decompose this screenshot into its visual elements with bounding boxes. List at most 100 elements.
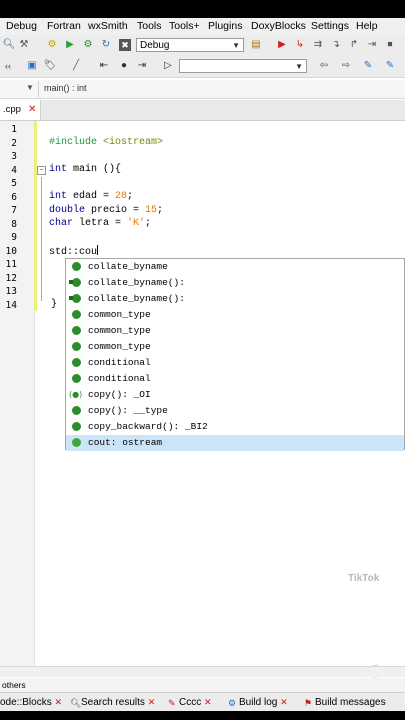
text-caret	[97, 245, 99, 255]
line-number-gutter: 1 2 3 4 5 6 7 8 9 10 11 12 13 14	[0, 121, 35, 666]
include-header: <iostream>	[103, 137, 164, 148]
autocomplete-item[interactable]: collate_byname():	[66, 291, 404, 307]
autocomplete-item[interactable]: copy(): _OI	[66, 387, 404, 403]
run-icon[interactable]: ▶	[64, 39, 76, 51]
close-icon[interactable]: ✕	[54, 697, 62, 707]
autocomplete-item[interactable]: common_type	[66, 323, 404, 339]
line-number: 8	[11, 219, 17, 230]
code-line-8: char letra = 'K';	[49, 218, 151, 229]
class-icon	[72, 422, 81, 431]
class-icon	[72, 310, 81, 319]
prev-bookmark-icon[interactable]: ⇤	[98, 60, 110, 72]
debug-start-icon[interactable]: ▶	[276, 39, 288, 51]
stop-debug-icon[interactable]: ⏹	[384, 39, 396, 51]
close-icon[interactable]: ✕	[28, 100, 36, 120]
next-arrow-icon[interactable]: ⇨	[340, 60, 352, 72]
type-keyword: double	[49, 205, 86, 216]
class-icon	[72, 358, 81, 367]
code-line-4: int main (){	[49, 164, 121, 175]
function-scope-select[interactable]: main() : int	[44, 83, 87, 93]
autocomplete-item[interactable]: collate_byname	[66, 259, 404, 275]
line-number: 2	[11, 138, 17, 149]
edad-decl: edad =	[67, 191, 116, 202]
chevron-down-icon: ▼	[295, 62, 303, 71]
tab-search-results[interactable]: 🔍︎Search results ✕	[70, 695, 155, 710]
menu-doxyblocks[interactable]: DoxyBlocks	[251, 20, 306, 32]
tab-build-messages[interactable]: ⚑ Build messages	[304, 695, 386, 710]
autocomplete-item[interactable]: collate_byname():	[66, 275, 404, 291]
menu-debug[interactable]: Debug	[6, 20, 37, 32]
regex-icon[interactable]: ✎	[384, 60, 396, 72]
zoom-icon[interactable]: 🔍︎	[3, 39, 16, 51]
abort-icon[interactable]: ✖	[119, 39, 131, 51]
close-icon[interactable]: ✕	[204, 697, 212, 707]
rebuild-icon[interactable]: ↻	[100, 39, 112, 51]
line-number: 3	[11, 151, 17, 162]
line-number: 1	[11, 124, 17, 135]
panel-title: others	[2, 680, 26, 690]
precio-decl: precio =	[85, 205, 146, 216]
build-target-select[interactable]: Debug ▼	[136, 38, 244, 52]
search-select-icon[interactable]: ▷	[162, 60, 174, 72]
cccc-icon: ✎	[168, 698, 176, 708]
editor-horizontal-scrollbar[interactable]	[0, 666, 405, 677]
close-icon[interactable]: ✕	[148, 697, 156, 707]
fold-toggle-icon[interactable]: −	[37, 166, 46, 175]
tab-build-log[interactable]: ⚙ Build log ✕	[228, 695, 288, 710]
tab-codeblocks-log[interactable]: ode::Blocks ✕	[0, 695, 62, 710]
build-run-icon[interactable]: ⚙	[82, 39, 94, 51]
menu-tools-plus[interactable]: Tools+	[169, 20, 200, 32]
main-signature: main (){	[67, 164, 122, 175]
autocomplete-item-selected[interactable]: cout: ostream	[66, 435, 404, 451]
menu-tools[interactable]: Tools	[137, 20, 162, 32]
autocomplete-item[interactable]: copy_backward(): _BI2	[66, 419, 404, 435]
search-icon: 🔍︎	[70, 698, 82, 708]
code-search-combo[interactable]: ▼	[179, 59, 307, 73]
jump-back-icon[interactable]: ‹‹	[2, 60, 14, 72]
menu-settings[interactable]: Settings	[311, 20, 349, 32]
logs-panel-header: others	[0, 678, 405, 693]
autocomplete-item[interactable]: conditional	[66, 371, 404, 387]
menubar: Debug Fortran wxSmith Tools Tools+ Plugi…	[0, 18, 405, 35]
build-messages-icon: ⚑	[304, 698, 313, 708]
wand-icon[interactable]: ╱	[70, 60, 82, 72]
semicolon: ;	[145, 218, 152, 229]
build-options-icon[interactable]: ▤	[250, 39, 262, 51]
prev-arrow-icon[interactable]: ⇦	[318, 60, 330, 72]
build-gear-icon[interactable]: ⚙	[46, 39, 58, 51]
menu-help[interactable]: Help	[356, 20, 378, 32]
highlight-icon[interactable]: ✎	[362, 60, 374, 72]
precio-value: 15	[145, 205, 158, 216]
code-line-14: }	[51, 299, 57, 310]
autocomplete-item[interactable]: common_type	[66, 307, 404, 323]
menu-wxsmith[interactable]: wxSmith	[88, 20, 128, 32]
tab-cccc[interactable]: ✎ Cccc ✕	[168, 695, 212, 710]
code-navigation-bar: ▼ main() : int	[0, 80, 405, 99]
next-bookmark-icon[interactable]: ⇥	[136, 60, 148, 72]
scope-chevron-icon[interactable]: ▼	[26, 83, 34, 92]
menu-fortran[interactable]: Fortran	[47, 20, 81, 32]
menu-plugins[interactable]: Plugins	[208, 20, 242, 32]
step-out-icon[interactable]: ↱	[348, 39, 360, 51]
autocomplete-popup[interactable]: collate_byname collate_byname(): collate…	[65, 258, 405, 451]
autocomplete-item[interactable]: copy(): __type	[66, 403, 404, 419]
comment-icon[interactable]: ▣	[26, 60, 38, 72]
class-icon	[72, 262, 81, 271]
line-number: 5	[11, 178, 17, 189]
closing-brace: }	[51, 299, 58, 310]
step-into-icon[interactable]: ↴	[330, 39, 342, 51]
replace-icon[interactable]: ⚒	[18, 39, 30, 51]
toggle-bookmark-icon[interactable]: 🏷︎	[44, 60, 57, 72]
fold-guide	[41, 177, 42, 301]
next-line-icon[interactable]: ⇉	[312, 39, 324, 51]
tab-main-cpp[interactable]: .cpp ✕	[0, 100, 41, 120]
next-instruction-icon[interactable]: ⇥	[366, 39, 378, 51]
change-marker	[34, 121, 37, 311]
close-icon[interactable]: ✕	[280, 697, 288, 707]
typed-text: std::cou	[49, 247, 98, 258]
autocomplete-item[interactable]: conditional	[66, 355, 404, 371]
run-to-cursor-icon[interactable]: ↳	[294, 39, 306, 51]
code-line-6: int edad = 28;	[49, 191, 133, 202]
bookmark-dot-icon[interactable]: ●	[118, 60, 130, 72]
autocomplete-item[interactable]: common_type	[66, 339, 404, 355]
